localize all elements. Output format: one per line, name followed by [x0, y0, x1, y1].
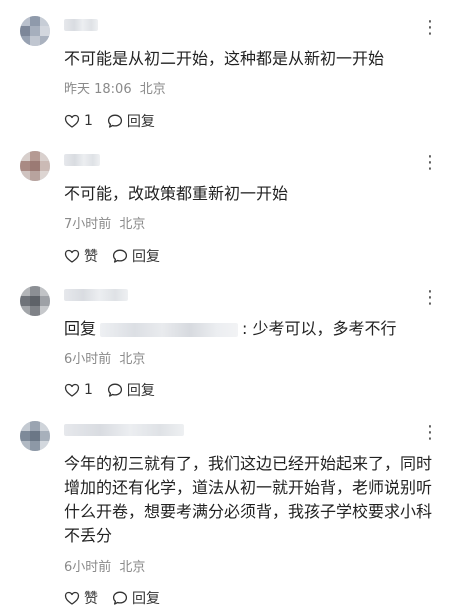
avatar[interactable]	[20, 151, 50, 181]
comment-text: 今年的初三就有了，我们这边已经开始起来了，同时增加的还有化学，道法从初一就开始背…	[64, 454, 433, 545]
comment-time: 7小时前	[64, 217, 112, 232]
username-blurred[interactable]	[64, 154, 100, 166]
comment-actions: 1 回复	[64, 380, 169, 400]
username-blurred[interactable]	[64, 424, 184, 436]
like-count: 1	[84, 113, 93, 129]
like-button[interactable]: 赞	[64, 246, 98, 266]
reply-prefix: 回复	[64, 319, 97, 338]
avatar[interactable]	[20, 421, 50, 451]
reply-content: : 少考可以，多考不行	[242, 319, 397, 338]
more-vertical-icon[interactable]: ⋮	[420, 153, 440, 173]
speech-bubble-icon	[107, 383, 122, 397]
comment-location: 北京	[119, 217, 146, 232]
like-count: 1	[84, 382, 93, 398]
comment-meta: 昨天 18:06 北京	[64, 82, 170, 98]
comment-time: 6小时前	[64, 352, 112, 367]
comment-meta: 6小时前 北京	[64, 560, 149, 576]
like-button[interactable]: 赞	[64, 588, 98, 608]
comment-time: 6小时前	[64, 560, 112, 575]
username-blurred[interactable]	[64, 19, 98, 31]
like-label: 赞	[84, 591, 98, 607]
comment-actions: 1 回复	[64, 111, 169, 131]
comment-time: 昨天 18:06	[64, 82, 132, 97]
speech-bubble-icon	[112, 249, 128, 263]
comment-actions: 赞 回复	[64, 588, 174, 608]
reply-button[interactable]: 回复	[107, 111, 155, 131]
reply-button[interactable]: 回复	[112, 588, 160, 608]
comment-location: 北京	[139, 82, 166, 97]
speech-bubble-icon	[112, 591, 128, 605]
comment-location: 北京	[119, 352, 146, 367]
like-button[interactable]: 1	[64, 382, 93, 398]
comment-text: 回复 : 少考可以，多考不行	[64, 318, 444, 340]
avatar[interactable]	[20, 16, 50, 46]
like-label: 赞	[84, 249, 98, 265]
reply-button[interactable]: 回复	[107, 380, 155, 400]
more-vertical-icon[interactable]: ⋮	[420, 423, 440, 443]
more-vertical-icon[interactable]: ⋮	[420, 18, 440, 38]
speech-bubble-icon	[107, 114, 122, 128]
more-vertical-icon[interactable]: ⋮	[420, 288, 440, 308]
comment-meta: 6小时前 北京	[64, 352, 149, 368]
comment-location: 北京	[119, 560, 146, 575]
reply-label: 回复	[126, 114, 155, 130]
heart-icon	[64, 249, 80, 263]
avatar[interactable]	[20, 286, 50, 316]
heart-icon	[64, 383, 80, 397]
like-button[interactable]: 1	[64, 113, 93, 129]
reply-button[interactable]: 回复	[112, 246, 160, 266]
heart-icon	[64, 114, 80, 128]
username-blurred[interactable]	[64, 289, 128, 301]
heart-icon	[64, 591, 80, 605]
comment-actions: 赞 回复	[64, 246, 174, 266]
reply-label: 回复	[132, 591, 160, 607]
comment-meta: 7小时前 北京	[64, 217, 149, 233]
comment-text: 不可能，改政策都重新初一开始	[64, 184, 289, 203]
comment-text: 不可能是从初二开始，这种都是从新初一开始	[64, 49, 385, 68]
reply-label: 回复	[132, 249, 160, 265]
reply-label: 回复	[126, 383, 155, 399]
mention-blurred[interactable]	[100, 322, 239, 337]
